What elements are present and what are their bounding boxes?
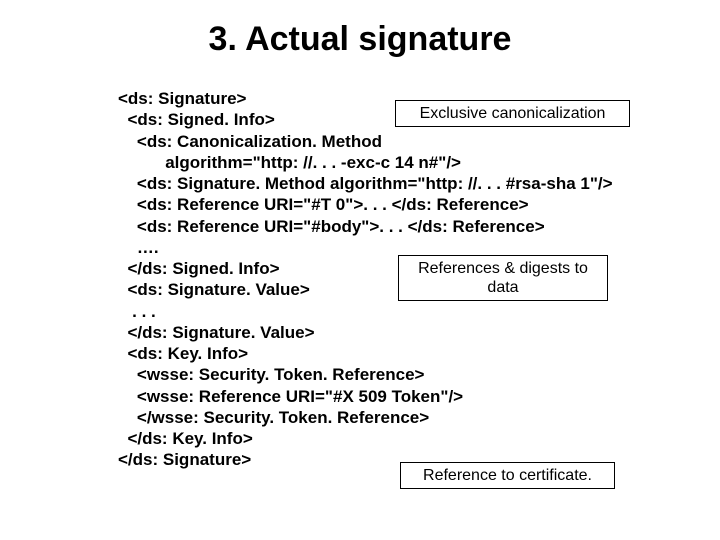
code-line: . . . <box>118 302 156 321</box>
code-line: <ds: Key. Info> <box>118 344 248 363</box>
code-line: </wsse: Security. Token. Reference> <box>118 408 429 427</box>
code-line: </ds: Signature. Value> <box>118 323 315 342</box>
code-line: <ds: Signature. Method algorithm="http: … <box>118 174 613 193</box>
code-line: <ds: Canonicalization. Method <box>118 132 382 151</box>
code-line: <wsse: Security. Token. Reference> <box>118 365 424 384</box>
code-line: <wsse: Reference URI="#X 509 Token"/> <box>118 387 463 406</box>
code-line: </ds: Signature> <box>118 450 251 469</box>
code-line: algorithm="http: //. . . -exc-c 14 n#"/> <box>118 153 461 172</box>
callout-exclusive-canonicalization: Exclusive canonicalization <box>395 100 630 127</box>
code-line: </ds: Key. Info> <box>118 429 253 448</box>
code-line: …. <box>118 238 163 257</box>
slide-title: 3. Actual signature <box>0 20 720 59</box>
code-line: <ds: Signature. Value> <box>118 280 310 299</box>
callout-references-digests: References & digests to data <box>398 255 608 301</box>
code-line: <ds: Signature> <box>118 89 246 108</box>
callout-reference-certificate: Reference to certificate. <box>400 462 615 489</box>
code-line: </ds: Signed. Info> <box>118 259 280 278</box>
code-line: <ds: Reference URI="#body">. . . </ds: R… <box>118 217 545 236</box>
code-line: <ds: Reference URI="#T 0">. . . </ds: Re… <box>118 195 529 214</box>
code-line: <ds: Signed. Info> <box>118 110 275 129</box>
